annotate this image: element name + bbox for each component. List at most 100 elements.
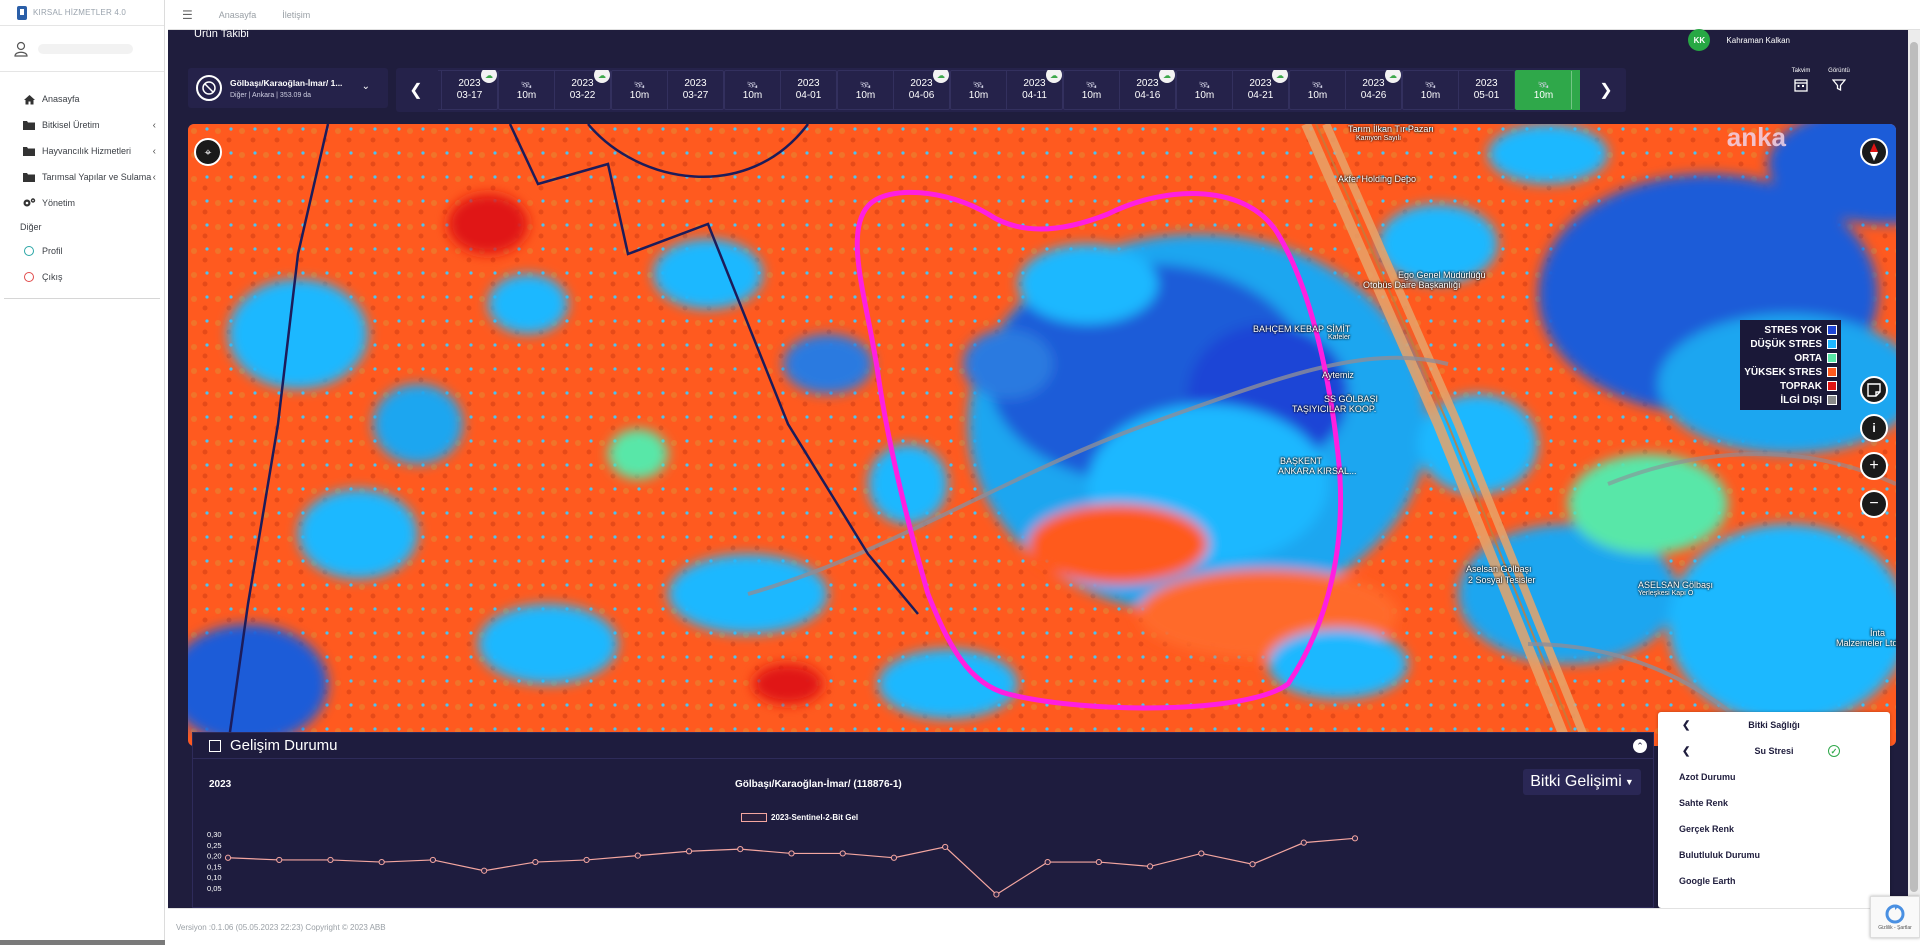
timeline-date[interactable]: 🛰 10m 2023 04-21 ☁ — [1176, 70, 1289, 110]
hamburger-menu-icon[interactable]: ☰ — [182, 8, 193, 22]
data-point[interactable] — [1351, 835, 1359, 842]
sidebar-item-hayvancilik[interactable]: Hayvancılık Hizmetleri ‹ — [0, 138, 164, 164]
resolution: 🛰 10m — [499, 71, 554, 109]
data-point[interactable] — [429, 856, 437, 864]
timeline-date[interactable]: 🛰 10m 2023 04-26 ☁ — [1289, 70, 1402, 110]
data-point[interactable] — [942, 843, 949, 851]
poi-label[interactable]: Ego Genel Müdürlüğü — [1398, 270, 1486, 280]
timeline-date[interactable]: 🛰 10m 2023 04-16 ☁ — [1063, 70, 1176, 110]
zoom-out-button[interactable]: − — [1860, 490, 1888, 518]
scrollbar-thumb[interactable] — [1910, 42, 1918, 892]
poi-label[interactable]: Yerleşkesi Kapı Ö — [1638, 590, 1693, 597]
layer-menu-item[interactable]: Gerçek Renk — [1658, 816, 1890, 842]
timeline-date[interactable]: 🛰0m202303-17☁ — [438, 70, 498, 110]
poi-label[interactable]: Aselsan Gölbaşı — [1466, 564, 1532, 574]
data-point[interactable] — [378, 858, 385, 866]
data-point[interactable] — [481, 867, 488, 874]
poi-label[interactable]: Otobüs Daire Başkanlığı — [1363, 280, 1461, 290]
sidebar-item-profil[interactable]: Profil — [0, 238, 164, 264]
poi-label[interactable]: Tarım İlkan Tır Pazarı — [1348, 124, 1434, 134]
sidebar-item-anasayfa[interactable]: Anasayfa — [0, 86, 164, 112]
date-year: 2023 — [684, 78, 707, 89]
stress-map[interactable]: anka ⌖ STRES YOK DÜŞÜK STRES ORTA YÜKSEK ST… — [188, 124, 1896, 746]
footer-text: Versiyon :0.1.06 (05.05.2023 22:23) Copy… — [176, 922, 386, 932]
chevron-left-icon: ❮ — [1682, 719, 1691, 731]
calendar-button[interactable]: Takvim — [1786, 68, 1816, 108]
sidebar-item-bitkisel-uretim[interactable]: Bitkisel Üretim ‹ — [0, 112, 164, 138]
zoom-in-button[interactable]: + — [1860, 452, 1888, 480]
data-point[interactable] — [1095, 858, 1102, 866]
data-point[interactable] — [532, 858, 539, 866]
layer-menu: ❮ Bitki Sağlığı ❮ Su Stresi ✓ Azot Durum… — [1658, 712, 1890, 908]
layer-menu-selected[interactable]: ❮ Su Stresi ✓ — [1658, 738, 1890, 764]
data-point[interactable] — [993, 891, 1000, 898]
timeline-date[interactable]: 🛰 10m 2023 03-27 — [611, 70, 724, 110]
sidebar-item-tarimsal-yapilar[interactable]: Tarımsal Yapılar ve Sulama ‹ — [0, 164, 164, 190]
layer-menu-item[interactable]: Sahte Renk — [1658, 790, 1890, 816]
timeline-date[interactable]: 🛰 10m 2023 03-22 ☁ — [498, 70, 611, 110]
recaptcha-badge[interactable]: Gizlilik - Şartlar — [1870, 896, 1920, 938]
poi-label[interactable]: İnta — [1870, 628, 1885, 638]
date-year: 2023 — [910, 78, 933, 89]
poi-label[interactable]: ASELSAN Gölbaşı — [1638, 580, 1713, 590]
timeline-prev-button[interactable]: ❮ — [396, 68, 436, 112]
timeline-date[interactable]: 🛰 10m 2023 05-01 — [1402, 70, 1515, 110]
timeline-date[interactable]: 🛰 10m 2023 04-01 — [724, 70, 837, 110]
layer-menu-item[interactable]: Bulutluluk Durumu — [1658, 842, 1890, 868]
locate-button[interactable]: ⌖ — [194, 138, 222, 166]
data-point[interactable] — [737, 846, 744, 853]
sidebar-item-yonetim[interactable]: Yönetim — [0, 190, 164, 216]
poi-label[interactable]: 2 Sosyal Tesisler — [1468, 575, 1535, 585]
poi-label[interactable]: Kamyon Sayılı — [1356, 135, 1401, 142]
data-point[interactable] — [788, 850, 795, 857]
poi-label[interactable]: SS GÖLBAŞI — [1324, 394, 1378, 404]
timeline-next-button[interactable]: ❯ — [1586, 68, 1626, 112]
poi-label[interactable]: Malzemeler Ltd. Ş — [1836, 638, 1896, 648]
timeline-date[interactable]: 🛰 10m 2023 04-06 ☁ — [837, 70, 950, 110]
vertical-scrollbar[interactable] — [1908, 30, 1920, 908]
brand[interactable]: KIRSAL HİZMETLER 4.0 — [0, 0, 164, 26]
poi-label[interactable]: BAŞKENT — [1280, 456, 1322, 466]
topbar-link-iletisim[interactable]: İletişim — [282, 10, 310, 20]
resolution-label: 10m — [855, 89, 876, 101]
layer-menu-item[interactable]: Google Earth — [1658, 868, 1890, 894]
sidebar-horizontal-scrollbar[interactable] — [0, 940, 165, 945]
sidebar-user[interactable] — [0, 26, 164, 72]
poi-label[interactable]: Akfer Holding Depo — [1338, 174, 1416, 184]
data-point[interactable] — [327, 856, 334, 864]
note-button[interactable] — [1860, 376, 1888, 404]
user-badge[interactable]: KK Kahraman Kalkan — [1688, 29, 1790, 51]
info-button[interactable]: i — [1860, 414, 1888, 442]
date-month-day: 03-27 — [682, 90, 709, 101]
image-filter-button[interactable]: Görüntü — [1824, 68, 1854, 108]
data-point[interactable] — [1300, 839, 1307, 846]
data-point[interactable] — [890, 854, 898, 861]
poi-label[interactable]: BAHÇEM KEBAP SİMİT — [1253, 324, 1350, 334]
poi-label[interactable]: Kafeler — [1328, 334, 1350, 341]
data-point[interactable] — [839, 850, 846, 857]
timeline-date[interactable]: 🛰10m202305-06 — [1515, 70, 1580, 110]
poi-label[interactable]: TAŞIYICILAR KOOP. — [1292, 404, 1376, 414]
resolution-label: 10m — [1420, 89, 1441, 101]
field-selector[interactable]: Gölbaşı/Karaoğlan-İmar/ 1... Diğer | Ank… — [188, 68, 388, 108]
poi-label[interactable]: ANKARA KIRSAL... — [1278, 466, 1357, 476]
topbar-link-anasayfa[interactable]: Anasayfa — [219, 10, 257, 20]
data-point[interactable] — [1249, 861, 1256, 868]
data-point[interactable] — [1146, 863, 1154, 870]
layer-menu-item[interactable]: Azot Durumu — [1658, 764, 1890, 790]
chevron-down-icon[interactable]: ⌄ — [362, 81, 370, 92]
data-point[interactable] — [685, 848, 693, 855]
data-point[interactable] — [583, 856, 590, 864]
layer-menu-header[interactable]: ❮ Bitki Sağlığı — [1658, 712, 1890, 738]
poi-label[interactable]: Aytemiz — [1322, 370, 1354, 380]
sidebar-item-cikis[interactable]: Çıkış — [0, 264, 164, 290]
date-month-day: 04-21 — [1247, 90, 1274, 101]
data-point[interactable] — [1044, 858, 1051, 866]
compass-button[interactable] — [1860, 138, 1888, 166]
timeline-date[interactable]: 🛰 10m 2023 04-11 ☁ — [950, 70, 1063, 110]
data-point[interactable] — [1198, 850, 1205, 857]
data-point[interactable] — [224, 854, 232, 861]
legend-row: STRES YOK — [1744, 323, 1837, 337]
data-point[interactable] — [276, 856, 283, 864]
data-point[interactable] — [634, 852, 641, 859]
